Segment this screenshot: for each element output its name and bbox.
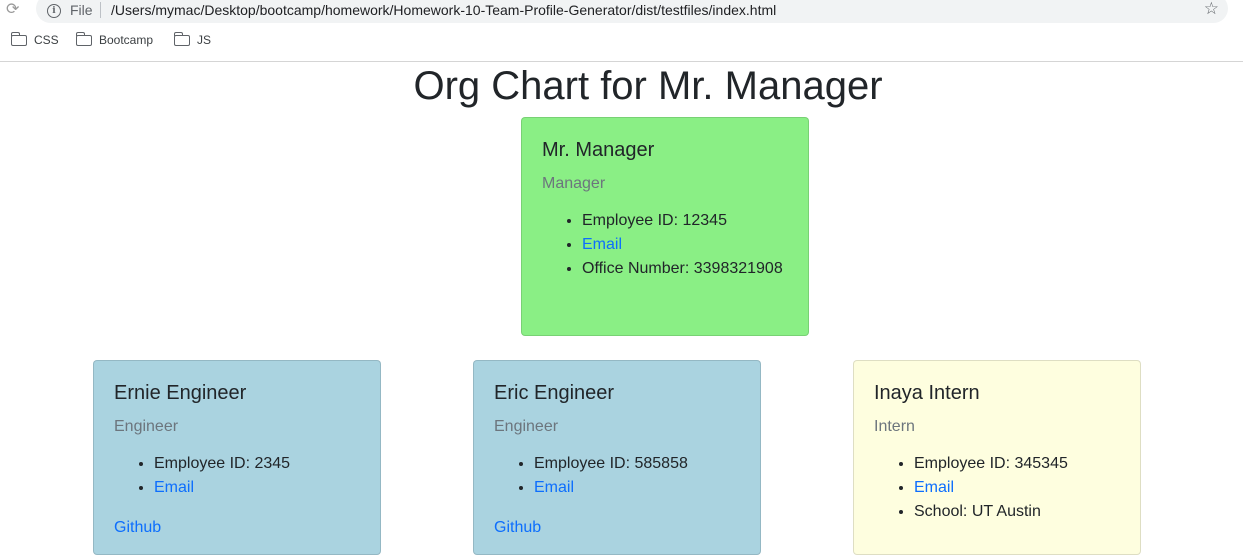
employee-details: Employee ID: 12345 Email Office Number: …	[542, 209, 788, 281]
employee-name: Inaya Intern	[874, 382, 980, 404]
employee-role: Engineer	[114, 418, 179, 435]
email-link[interactable]: Email	[154, 479, 194, 496]
employee-id: Employee ID: 345345	[914, 452, 1120, 476]
bookmark-css[interactable]: CSS	[10, 31, 59, 47]
bookmark-js[interactable]: JS	[173, 31, 212, 47]
engineer-card: Ernie Engineer Engineer Employee ID: 234…	[93, 360, 381, 555]
employee-details: Employee ID: 585858 Email	[494, 452, 740, 500]
employee-details: Employee ID: 2345 Email	[114, 452, 360, 500]
email-link[interactable]: Email	[534, 479, 574, 496]
employee-role: Intern	[874, 418, 915, 435]
employee-id: Employee ID: 12345	[582, 209, 788, 233]
folder-icon	[173, 31, 190, 46]
email-item: Email	[914, 476, 1120, 500]
manager-card: Mr. Manager Manager Employee ID: 12345 E…	[521, 117, 809, 336]
employee-name: Ernie Engineer	[114, 382, 247, 404]
email-link[interactable]: Email	[582, 236, 622, 253]
address-bar[interactable]: i File /Users/mymac/Desktop/bootcamp/hom…	[36, 0, 1228, 23]
bookmark-label: JS	[197, 33, 212, 47]
email-item: Email	[582, 233, 788, 257]
bookmark-star-icon[interactable]: ☆	[1204, 0, 1219, 17]
folder-icon	[10, 31, 27, 46]
office-number: Office Number: 3398321908	[582, 257, 788, 281]
email-item: Email	[534, 476, 740, 500]
github-link[interactable]: Github	[114, 516, 360, 540]
info-icon[interactable]: i	[47, 4, 61, 18]
email-item: Email	[154, 476, 360, 500]
employee-id: Employee ID: 585858	[534, 452, 740, 476]
intern-card: Inaya Intern Intern Employee ID: 345345 …	[853, 360, 1141, 555]
bookmark-bootcamp[interactable]: Bootcamp	[75, 31, 154, 47]
bookmark-label: CSS	[34, 33, 59, 47]
github-link[interactable]: Github	[494, 516, 740, 540]
page-title: Org Chart for Mr. Manager	[413, 64, 883, 108]
school: School: UT Austin	[914, 500, 1120, 524]
url-scheme: File	[70, 2, 93, 18]
email-link[interactable]: Email	[914, 479, 954, 496]
employee-role: Engineer	[494, 418, 559, 435]
browser-toolbar: ⟳ i File /Users/mymac/Desktop/bootcamp/h…	[0, 0, 1243, 62]
employee-role: Manager	[542, 175, 606, 192]
address-divider	[100, 2, 101, 18]
employee-name: Mr. Manager	[542, 139, 655, 161]
engineer-card: Eric Engineer Engineer Employee ID: 5858…	[473, 360, 761, 555]
bookmark-label: Bootcamp	[99, 33, 154, 47]
reload-icon[interactable]: ⟳	[6, 2, 19, 18]
employee-details: Employee ID: 345345 Email School: UT Aus…	[874, 452, 1120, 524]
employee-name: Eric Engineer	[494, 382, 615, 404]
url-text[interactable]: /Users/mymac/Desktop/bootcamp/homework/H…	[111, 2, 776, 18]
folder-icon	[75, 31, 92, 46]
employee-id: Employee ID: 2345	[154, 452, 360, 476]
